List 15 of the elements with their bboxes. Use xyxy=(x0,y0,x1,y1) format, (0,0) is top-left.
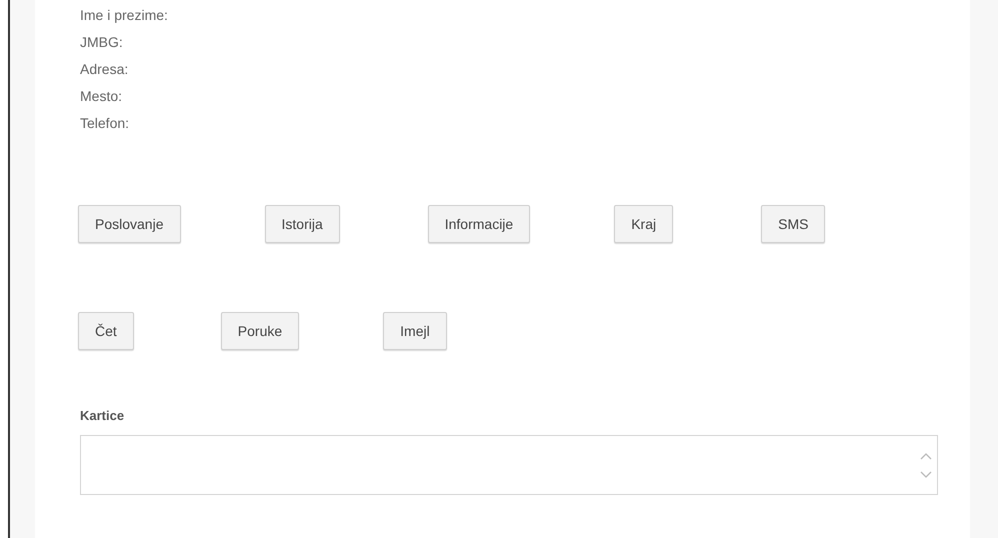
action-button[interactable]: Poruke xyxy=(220,312,300,350)
cards-list-field[interactable] xyxy=(80,434,938,494)
section-label: Kartice xyxy=(80,407,126,425)
field-label: Mesto: xyxy=(80,88,124,105)
action-button[interactable]: Kraj xyxy=(614,205,674,243)
action-button[interactable]: Poslovanje xyxy=(78,205,180,243)
action-button[interactable]: SMS xyxy=(761,205,826,243)
action-button[interactable]: Istorija xyxy=(264,205,340,243)
action-button[interactable]: Informacije xyxy=(428,205,530,243)
field-label: Ime i prezime: xyxy=(80,7,169,24)
action-button[interactable]: Imejl xyxy=(383,312,447,350)
field-label: JMBG: xyxy=(80,34,124,51)
action-button[interactable]: Čet xyxy=(78,312,134,350)
field-label: Telefon: xyxy=(80,115,130,132)
field-label: Adresa: xyxy=(80,61,130,78)
